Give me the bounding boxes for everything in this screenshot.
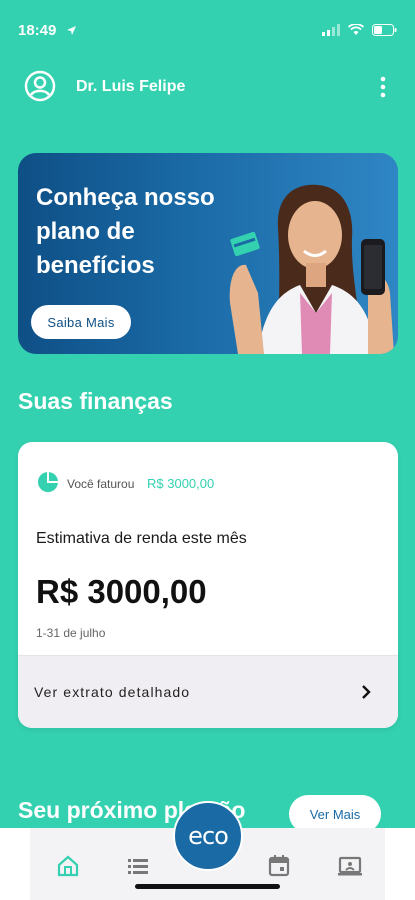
list-icon[interactable]: [124, 852, 152, 880]
pie-chart-icon: [38, 472, 58, 492]
location-arrow-icon: [67, 26, 76, 35]
header: Dr. Luis Felipe: [0, 68, 415, 108]
more-vert-icon[interactable]: [379, 76, 387, 98]
benefits-banner[interactable]: Conheça nosso plano de benefícios Saiba …: [18, 153, 398, 354]
status-icons: [322, 24, 397, 36]
extrato-label: Ver extrato detalhado: [34, 684, 191, 700]
battery-icon: [372, 24, 397, 36]
chevron-right-icon: [362, 685, 371, 699]
status-time: 18:49: [18, 22, 57, 39]
user-name: Dr. Luis Felipe: [76, 78, 186, 95]
home-icon[interactable]: [54, 852, 82, 880]
period-label: 1-31 de julho: [36, 626, 106, 640]
ver-extrato-button[interactable]: Ver extrato detalhado: [18, 655, 398, 728]
eco-logo-text: eco: [188, 822, 229, 850]
estimated-amount: R$ 3000,00: [36, 573, 207, 610]
banner-woman-image: [229, 184, 394, 354]
home-indicator: [135, 884, 280, 889]
banner-title: Conheça nosso plano de benefícios: [36, 184, 215, 279]
wifi-icon: [348, 24, 364, 35]
faturou-label: Você faturou: [67, 477, 135, 491]
estimativa-label: Estimativa de renda este mês: [36, 530, 247, 547]
saiba-mais-button[interactable]: Saiba Mais: [31, 305, 131, 339]
faturou-value: R$ 3000,00: [147, 476, 215, 491]
finances-card: Você faturou R$ 3000,00 Estimativa de re…: [18, 442, 398, 728]
finances-section-title: Suas finanças: [18, 388, 173, 414]
signal-icon: [322, 24, 340, 36]
avatar-icon[interactable]: [24, 70, 56, 102]
screen-icon[interactable]: [336, 852, 364, 880]
calendar-icon[interactable]: [265, 852, 293, 880]
eco-center-button[interactable]: eco: [173, 801, 243, 871]
status-bar: 18:49: [0, 0, 415, 44]
